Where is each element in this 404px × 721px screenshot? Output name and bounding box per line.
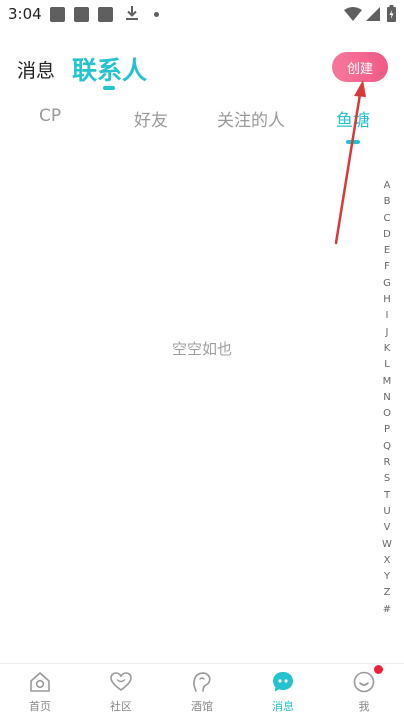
index-letter[interactable]: S: [378, 471, 396, 487]
messages-tab[interactable]: 消息: [17, 56, 55, 83]
index-letter[interactable]: B: [378, 194, 396, 210]
index-letter[interactable]: E: [378, 243, 396, 259]
index-letter[interactable]: N: [378, 390, 396, 406]
tab-friends[interactable]: 好友: [134, 106, 168, 131]
index-letter[interactable]: X: [378, 553, 396, 569]
nav-home[interactable]: 首页: [0, 664, 80, 721]
index-letter[interactable]: L: [378, 357, 396, 373]
contacts-tab-indicator: [103, 86, 115, 90]
index-letter[interactable]: T: [378, 488, 396, 504]
nav-messages[interactable]: 消息: [243, 664, 323, 721]
index-letter[interactable]: F: [378, 259, 396, 275]
wifi-icon: [344, 7, 362, 21]
empty-state-text: 空空如也: [171, 340, 232, 358]
index-letter[interactable]: #: [378, 602, 396, 618]
index-letter[interactable]: W: [378, 537, 396, 553]
message-icon: [273, 672, 293, 692]
index-letter[interactable]: P: [378, 422, 396, 438]
index-letter[interactable]: Q: [378, 439, 396, 455]
active-tab-indicator: [346, 140, 360, 144]
status-time: 3:04: [8, 5, 42, 23]
signal-icon: [366, 7, 380, 21]
tab-cp[interactable]: CP: [39, 106, 61, 126]
smile-icon: [353, 671, 375, 693]
tavern-icon: [193, 672, 211, 692]
index-letter[interactable]: G: [378, 276, 396, 292]
contacts-tab[interactable]: 联系人: [72, 51, 147, 87]
index-letter[interactable]: H: [378, 292, 396, 308]
nav-tavern[interactable]: 酒馆: [162, 664, 242, 721]
heart-icon: [110, 672, 132, 691]
create-button[interactable]: 创建: [332, 52, 388, 82]
nav-label: 消息: [272, 700, 294, 713]
index-letter[interactable]: U: [378, 504, 396, 520]
notification-badge: [374, 665, 383, 674]
more-notifications-icon: [154, 12, 159, 17]
index-letter[interactable]: I: [378, 308, 396, 324]
nav-me[interactable]: 我: [324, 664, 404, 721]
bottom-nav: 首页 社区 酒馆 消息 我: [0, 663, 404, 721]
index-letter[interactable]: Y: [378, 569, 396, 585]
nav-label: 我: [358, 700, 370, 713]
tab-following[interactable]: 关注的人: [217, 106, 285, 131]
index-letter[interactable]: M: [378, 374, 396, 390]
index-letter[interactable]: J: [378, 325, 396, 341]
index-letter[interactable]: D: [378, 227, 396, 243]
index-letter[interactable]: R: [378, 455, 396, 471]
nav-community[interactable]: 社区: [81, 664, 161, 721]
notification-icon: [50, 7, 65, 22]
index-letter[interactable]: V: [378, 520, 396, 536]
nav-label: 酒馆: [191, 700, 213, 713]
nav-label: 首页: [29, 700, 51, 713]
download-icon: [126, 6, 138, 20]
notification-icon: [74, 7, 89, 22]
index-letter[interactable]: Z: [378, 585, 396, 601]
nav-label: 社区: [110, 700, 132, 713]
home-icon: [30, 672, 50, 692]
battery-icon: [387, 5, 396, 22]
status-bar: 3:04: [0, 0, 404, 28]
alphabet-index[interactable]: A B C D E F G H I J K L M N O P Q R S T U V W X Y Z #: [378, 178, 396, 618]
index-letter[interactable]: O: [378, 406, 396, 422]
index-letter[interactable]: K: [378, 341, 396, 357]
index-letter[interactable]: C: [378, 211, 396, 227]
notification-icon: [98, 7, 113, 22]
tab-fish-pond[interactable]: 鱼塘: [336, 106, 370, 131]
index-letter[interactable]: A: [378, 178, 396, 194]
